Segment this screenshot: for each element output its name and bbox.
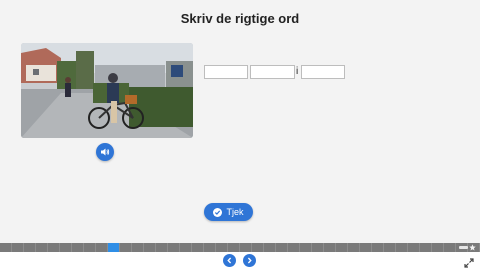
progress-segment[interactable] bbox=[384, 243, 396, 252]
progress-segment[interactable] bbox=[444, 243, 456, 252]
progress-segment[interactable] bbox=[108, 243, 120, 252]
next-button[interactable] bbox=[243, 254, 256, 267]
progress-segment[interactable] bbox=[372, 243, 384, 252]
progress-segment[interactable] bbox=[96, 243, 108, 252]
star-icon bbox=[469, 244, 476, 251]
inline-word: i bbox=[296, 66, 299, 77]
progress-segment[interactable] bbox=[348, 243, 360, 252]
exercise-title: Skriv de rigtige ord bbox=[180, 11, 300, 26]
progress-segment[interactable] bbox=[228, 243, 240, 252]
check-button[interactable]: Tjek bbox=[204, 203, 253, 221]
progress-segment[interactable] bbox=[60, 243, 72, 252]
progress-segment[interactable] bbox=[288, 243, 300, 252]
progress-end-marker bbox=[459, 244, 476, 251]
checkmark-icon bbox=[213, 207, 223, 217]
progress-segment[interactable] bbox=[12, 243, 24, 252]
progress-segment[interactable] bbox=[300, 243, 312, 252]
progress-segment[interactable] bbox=[312, 243, 324, 252]
answer-blank-1[interactable] bbox=[204, 65, 248, 79]
progress-segment[interactable] bbox=[252, 243, 264, 252]
play-audio-button[interactable] bbox=[96, 143, 114, 161]
progress-segment[interactable] bbox=[192, 243, 204, 252]
progress-segment[interactable] bbox=[396, 243, 408, 252]
exercise-stage: Skriv de rigtige ord i Tjek bbox=[0, 0, 480, 243]
progress-segment[interactable] bbox=[156, 243, 168, 252]
answer-blank-2[interactable] bbox=[250, 65, 295, 79]
progress-segment[interactable] bbox=[204, 243, 216, 252]
progress-segment[interactable] bbox=[336, 243, 348, 252]
progress-segment[interactable] bbox=[360, 243, 372, 252]
progress-segment[interactable] bbox=[132, 243, 144, 252]
previous-button[interactable] bbox=[223, 254, 236, 267]
chevron-left-icon bbox=[227, 257, 232, 264]
progress-segment[interactable] bbox=[324, 243, 336, 252]
bicycle-street-photo bbox=[21, 43, 193, 138]
speaker-icon bbox=[101, 148, 110, 156]
exercise-photo bbox=[21, 43, 193, 138]
progress-segment[interactable] bbox=[420, 243, 432, 252]
progress-bar[interactable] bbox=[0, 243, 480, 252]
chevron-right-icon bbox=[247, 257, 252, 264]
progress-segment[interactable] bbox=[72, 243, 84, 252]
progress-segment[interactable] bbox=[24, 243, 36, 252]
progress-segment[interactable] bbox=[180, 243, 192, 252]
expand-icon bbox=[464, 258, 474, 268]
progress-segment[interactable] bbox=[48, 243, 60, 252]
progress-segment[interactable] bbox=[144, 243, 156, 252]
progress-segment[interactable] bbox=[36, 243, 48, 252]
answer-blank-3[interactable] bbox=[301, 65, 345, 79]
progress-segment[interactable] bbox=[216, 243, 228, 252]
progress-segment[interactable] bbox=[432, 243, 444, 252]
progress-segment[interactable] bbox=[84, 243, 96, 252]
progress-end-bar bbox=[459, 246, 468, 249]
check-button-label: Tjek bbox=[226, 207, 244, 217]
fullscreen-button[interactable] bbox=[464, 255, 474, 268]
progress-segment[interactable] bbox=[120, 243, 132, 252]
progress-segment[interactable] bbox=[408, 243, 420, 252]
progress-segment[interactable] bbox=[0, 243, 12, 252]
progress-segment[interactable] bbox=[240, 243, 252, 252]
progress-segment[interactable] bbox=[264, 243, 276, 252]
progress-segment[interactable] bbox=[168, 243, 180, 252]
progress-segment[interactable] bbox=[276, 243, 288, 252]
